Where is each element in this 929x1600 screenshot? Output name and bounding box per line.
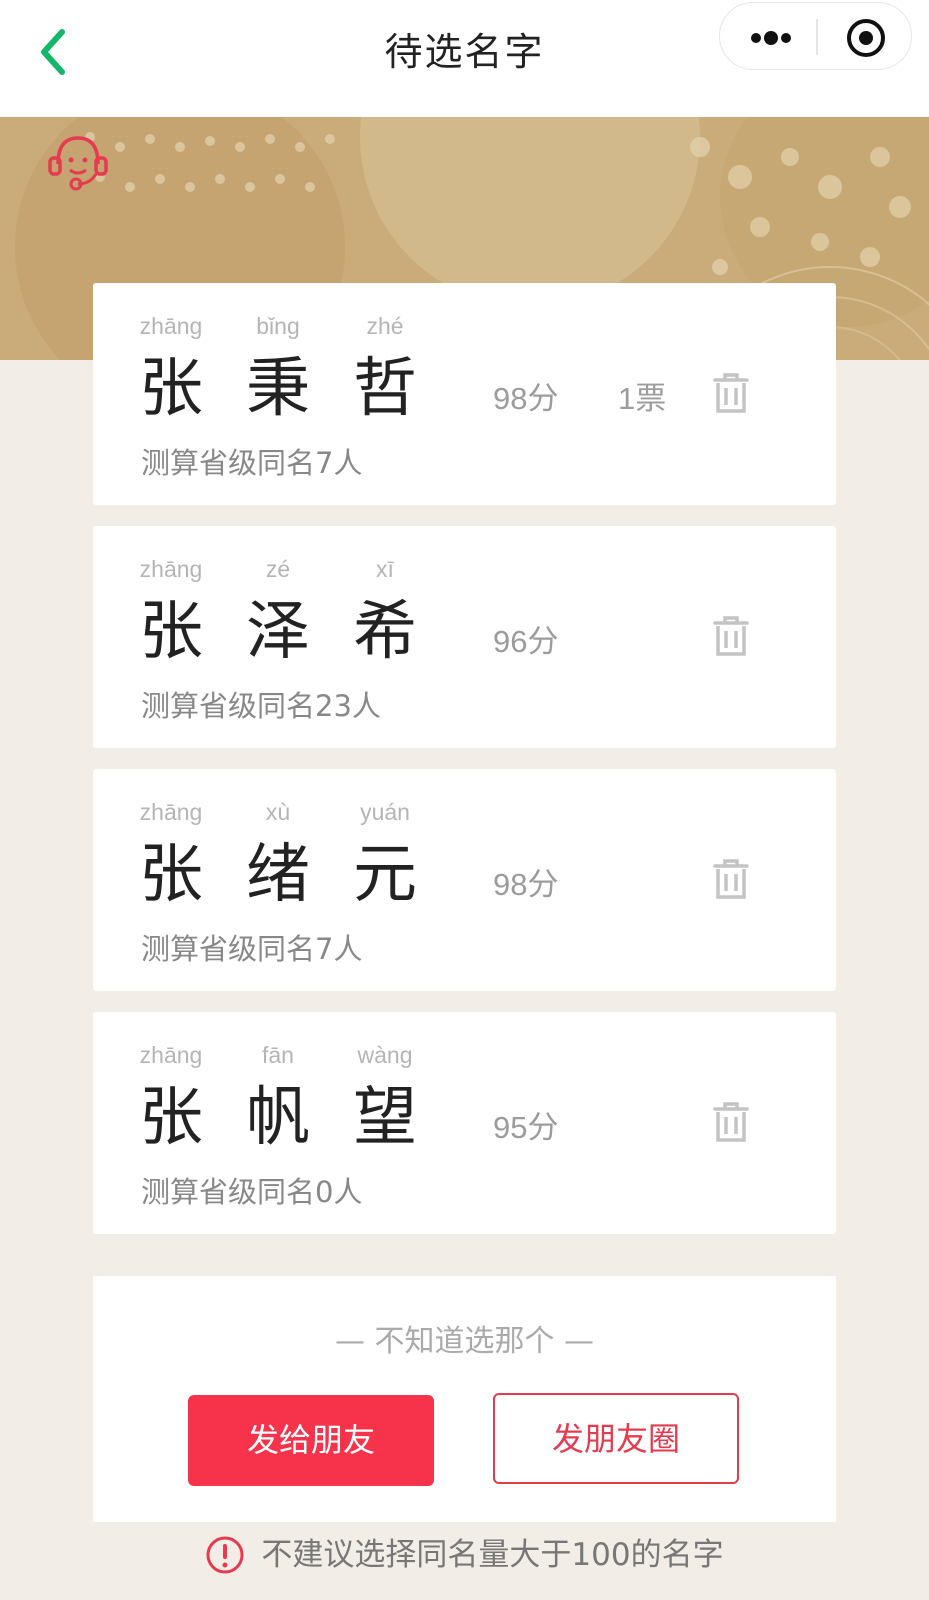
pinyin-label: yuán [360,799,410,825]
share-panel: — 不知道选那个 — 发给朋友 发朋友圈 [93,1276,836,1522]
top-nav-bar: 待选名字 [0,0,929,117]
delete-button[interactable] [711,1100,751,1144]
delete-button[interactable] [711,371,751,415]
name-character: 元 [353,838,417,912]
more-button[interactable] [720,3,816,69]
pinyin-label: bǐng [256,313,300,339]
name-character: 帆 [246,1081,310,1155]
delete-button[interactable] [711,857,751,901]
send-to-friend-button[interactable]: 发给朋友 [188,1395,434,1486]
pinyin-label: zhāng [139,1042,203,1068]
pinyin-label: zhāng [139,799,203,825]
vote-count: 1票 [618,381,667,416]
name-character: 绪 [246,838,310,912]
delete-button[interactable] [711,614,751,658]
trash-icon [713,859,749,899]
more-dots-icon [751,31,791,45]
name-card[interactable]: zhāng bǐng zhé 张 秉 哲 98分 1票 测算省级同名7人 [93,283,836,505]
name-score: 95分 [493,1110,559,1145]
pinyin-label: wàng [357,1042,413,1068]
warning-text: 不建议选择同名量大于100的名字 [261,1537,724,1573]
name-character: 张 [139,352,203,426]
same-name-count: 测算省级同名23人 [141,689,381,723]
customer-service-icon [48,136,108,191]
name-score: 98分 [493,867,559,902]
name-card[interactable]: zhāng fān wàng 张 帆 望 95分 测算省级同名0人 [93,1012,836,1234]
share-moments-button[interactable]: 发朋友圈 [493,1393,739,1484]
name-character: 希 [353,595,417,669]
pinyin-label: zhāng [139,313,203,339]
name-card[interactable]: zhāng xù yuán 张 绪 元 98分 测算省级同名7人 [93,769,836,991]
pinyin-label: fān [262,1042,294,1068]
same-name-count: 测算省级同名7人 [141,932,363,966]
name-character: 望 [353,1081,417,1155]
pinyin-label: xù [265,799,291,825]
name-character: 哲 [353,352,417,426]
customer-service-button[interactable] [44,128,112,196]
pinyin-label: zhāng [139,556,203,582]
mini-program-capsule [719,2,912,70]
name-character: 张 [139,838,203,912]
name-character: 张 [139,1081,203,1155]
name-character: 秉 [246,352,310,426]
warning-content: 不建议选择同名量大于100的名字 [205,1530,724,1580]
trash-icon [713,373,749,413]
warning-notice: 不建议选择同名量大于100的名字 [0,1530,929,1580]
same-name-count: 测算省级同名7人 [141,446,363,480]
trash-icon [713,1102,749,1142]
name-score: 98分 [493,381,559,416]
name-character: 张 [139,595,203,669]
pinyin-label: xī [376,556,394,582]
pinyin-label: zhé [366,313,404,339]
name-score: 96分 [493,624,559,659]
exclamation-circle-icon [206,1536,244,1574]
share-hint: — 不知道选那个 — [334,1324,595,1359]
target-circle-icon [847,19,885,57]
name-character: 泽 [246,595,310,669]
close-mini-program-button[interactable] [818,3,912,69]
pinyin-label: zé [265,556,291,582]
name-card[interactable]: zhāng zé xī 张 泽 希 96分 测算省级同名23人 [93,526,836,748]
same-name-count: 测算省级同名0人 [141,1175,363,1209]
trash-icon [713,616,749,656]
